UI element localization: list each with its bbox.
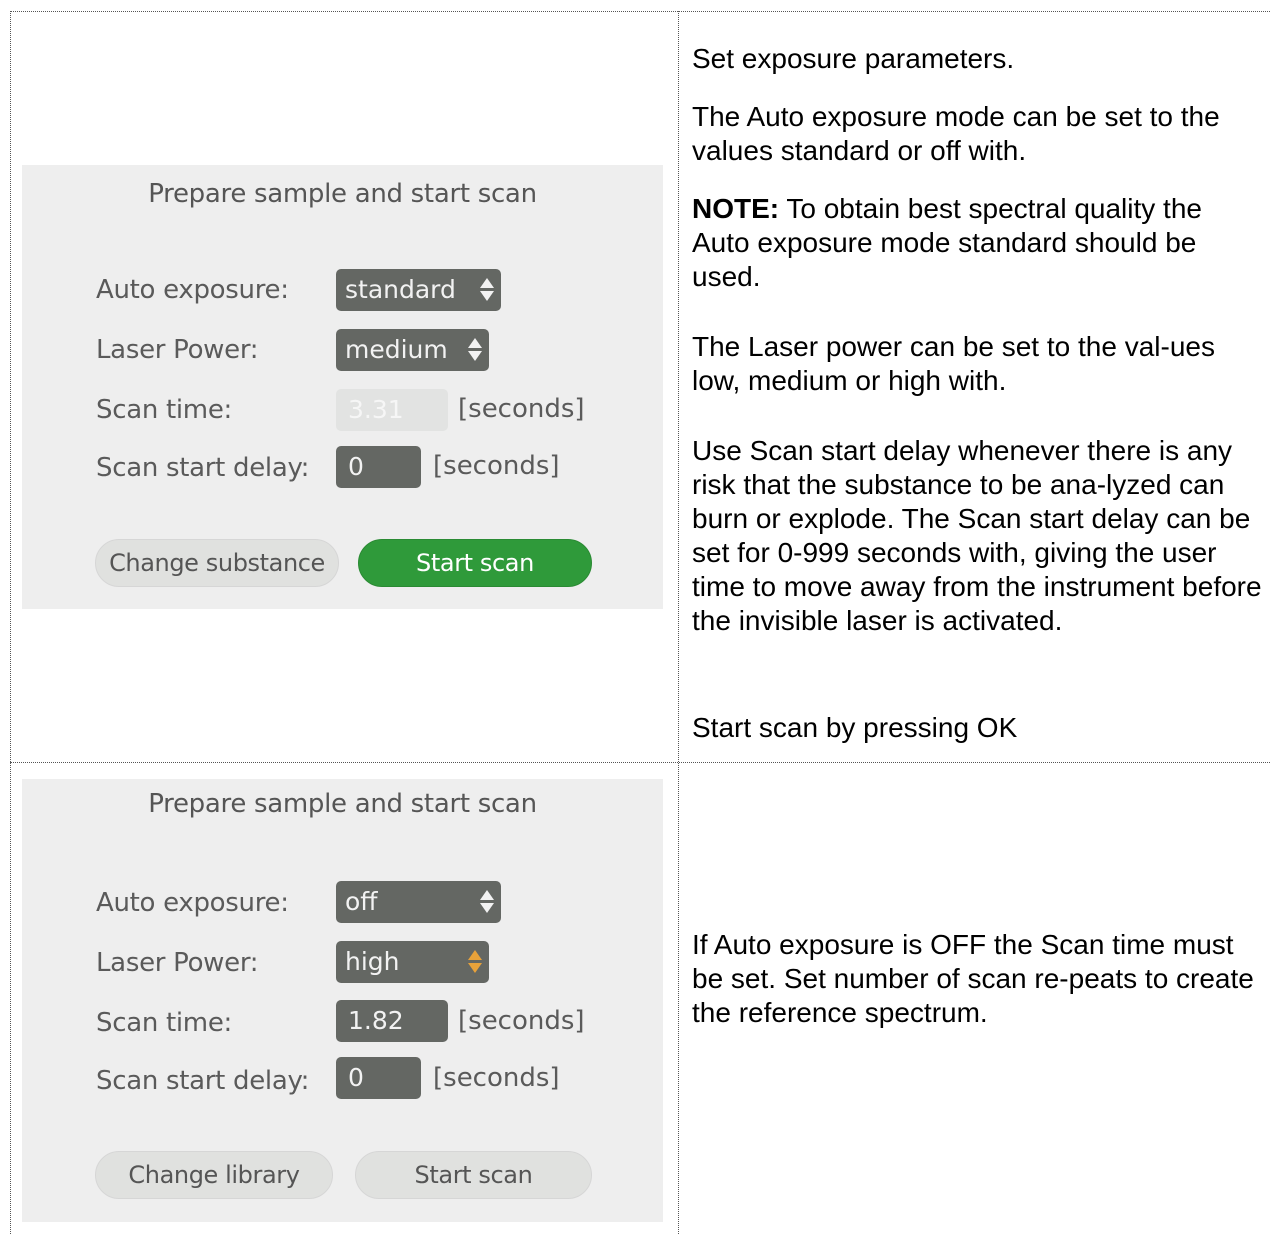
scan-time-label: Scan time: bbox=[96, 1008, 232, 1038]
scan-settings-panel-off: Prepare sample and start scan Auto expos… bbox=[22, 779, 663, 1222]
change-substance-button[interactable]: Change substance bbox=[95, 539, 339, 587]
auto-exposure-value: off bbox=[345, 887, 378, 916]
instruction-laser-power: The Laser power can be set to the val-ue… bbox=[692, 331, 1215, 396]
select-arrows-icon bbox=[468, 950, 482, 974]
table-row-divider bbox=[10, 762, 1270, 763]
scan-time-unit: [seconds] bbox=[458, 394, 585, 424]
scan-start-delay-label: Scan start delay: bbox=[96, 1066, 310, 1096]
instruction-scan-delay: Use Scan start delay whenever there is a… bbox=[692, 435, 1262, 636]
table-left-border bbox=[10, 11, 11, 1234]
select-arrows-icon bbox=[480, 278, 494, 302]
laser-power-select[interactable]: medium bbox=[336, 329, 489, 371]
change-library-button[interactable]: Change library bbox=[95, 1151, 333, 1199]
auto-exposure-label: Auto exposure: bbox=[96, 888, 289, 918]
auto-exposure-value: standard bbox=[345, 275, 456, 304]
laser-power-value: high bbox=[345, 947, 400, 976]
scan-start-delay-unit: [seconds] bbox=[433, 1063, 560, 1093]
start-scan-button[interactable]: Start scan bbox=[355, 1151, 592, 1199]
panel-title: Prepare sample and start scan bbox=[148, 789, 537, 819]
auto-exposure-select[interactable]: standard bbox=[336, 269, 501, 311]
note-label: NOTE: bbox=[692, 193, 780, 224]
table-column-divider bbox=[678, 11, 679, 1234]
scan-settings-panel-standard: Prepare sample and start scan Auto expos… bbox=[22, 165, 663, 609]
panel-title: Prepare sample and start scan bbox=[148, 179, 537, 209]
scan-start-delay-field[interactable]: 0 bbox=[336, 1057, 421, 1099]
scan-start-delay-unit: [seconds] bbox=[433, 451, 560, 481]
select-arrows-icon bbox=[468, 338, 482, 362]
instruction-auto-exposure-off: If Auto exposure is OFF the Scan time mu… bbox=[692, 929, 1254, 1028]
instruction-note: NOTE: To obtain best spectral quality th… bbox=[692, 192, 1247, 294]
scan-start-delay-label: Scan start delay: bbox=[96, 453, 310, 483]
scan-time-unit: [seconds] bbox=[458, 1006, 585, 1036]
laser-power-label: Laser Power: bbox=[96, 335, 259, 365]
select-arrows-icon bbox=[480, 890, 494, 914]
scan-time-field: 3.31 bbox=[336, 389, 448, 431]
scan-time-field[interactable]: 1.82 bbox=[336, 1000, 448, 1042]
instruction-auto-exposure: The Auto exposure mode can be set to the… bbox=[692, 101, 1220, 166]
table-top-border bbox=[10, 11, 1270, 12]
laser-power-select[interactable]: high bbox=[336, 941, 489, 983]
auto-exposure-label: Auto exposure: bbox=[96, 275, 289, 305]
instruction-exposure-intro: Set exposure parameters. bbox=[692, 43, 1015, 74]
instruction-start-scan: Start scan by pressing OK bbox=[692, 712, 1018, 743]
start-scan-button[interactable]: Start scan bbox=[358, 539, 592, 587]
laser-power-value: medium bbox=[345, 335, 448, 364]
auto-exposure-select[interactable]: off bbox=[336, 881, 501, 923]
scan-time-label: Scan time: bbox=[96, 395, 232, 425]
laser-power-label: Laser Power: bbox=[96, 948, 259, 978]
scan-start-delay-field[interactable]: 0 bbox=[336, 446, 421, 488]
